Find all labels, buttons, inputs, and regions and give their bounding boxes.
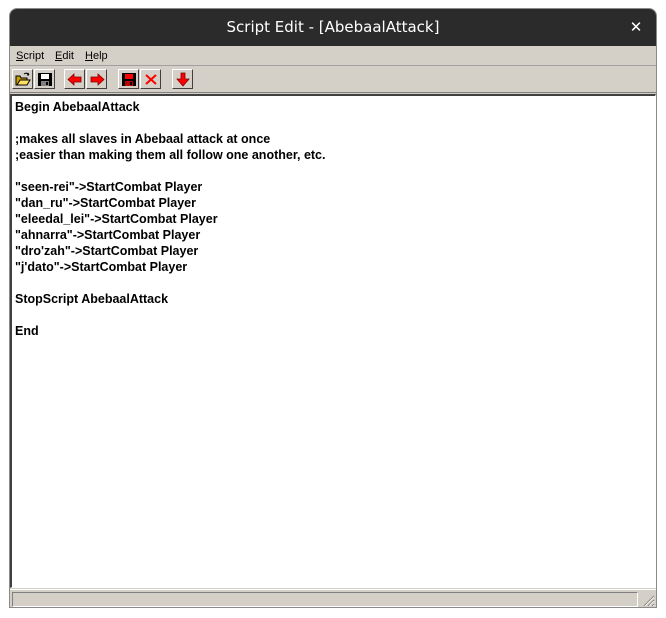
arrow-down-icon	[176, 72, 190, 87]
code-line: "eleedal_lei"->StartCombat Player	[15, 212, 218, 226]
close-button[interactable]: ✕	[626, 17, 646, 37]
arrow-left-icon	[67, 73, 82, 86]
menu-help[interactable]: Help	[85, 50, 108, 62]
title-bar[interactable]: Script Edit - [AbebaalAttack] ✕	[10, 9, 656, 46]
menu-help-mnemonic: H	[85, 50, 93, 62]
arrow-right-icon	[90, 73, 105, 86]
open-folder-icon	[15, 72, 31, 86]
save-disk-icon	[38, 73, 52, 86]
code-line: ;easier than making them all follow one …	[15, 148, 326, 162]
code-line: "ahnarra"->StartCombat Player	[15, 228, 201, 242]
code-line: "dan_ru"->StartCombat Player	[15, 196, 196, 210]
save-button[interactable]	[34, 69, 55, 89]
next-button[interactable]	[86, 69, 107, 89]
code-line: "seen-rei"->StartCombat Player	[15, 180, 203, 194]
menu-edit[interactable]: Edit	[55, 50, 74, 62]
status-pane	[12, 592, 638, 607]
save-red-disk-icon	[122, 73, 136, 86]
window-title: Script Edit - [AbebaalAttack]	[226, 18, 440, 36]
code-line: ;makes all slaves in Abebaal attack at o…	[15, 132, 271, 146]
menu-bar: Script Edit Help	[10, 46, 656, 66]
resize-grip-icon[interactable]	[641, 593, 655, 607]
status-bar	[10, 589, 656, 607]
code-line: StopScript AbebaalAttack	[15, 292, 169, 306]
save-record-button[interactable]	[118, 69, 139, 89]
delete-button[interactable]	[140, 69, 161, 89]
menu-script-label: cript	[23, 50, 45, 62]
menu-script[interactable]: Script	[16, 50, 44, 62]
script-edit-window: Script Edit - [AbebaalAttack] ✕ Script E…	[9, 8, 657, 608]
code-line: Begin AbebaalAttack	[15, 100, 140, 114]
menu-edit-label: dit	[62, 50, 74, 62]
delete-x-icon	[145, 74, 157, 85]
previous-button[interactable]	[64, 69, 85, 89]
menu-help-label: elp	[92, 50, 108, 62]
compile-button[interactable]	[172, 69, 193, 89]
code-line: "j'dato"->StartCombat Player	[15, 260, 188, 274]
script-editor-frame: Begin AbebaalAttack ;makes all slaves in …	[10, 94, 656, 588]
script-text-area[interactable]: Begin AbebaalAttack ;makes all slaves in …	[15, 99, 652, 584]
toolbar	[10, 66, 656, 93]
open-button[interactable]	[12, 69, 33, 89]
code-line: "dro'zah"->StartCombat Player	[15, 244, 199, 258]
code-line: End	[15, 324, 39, 338]
